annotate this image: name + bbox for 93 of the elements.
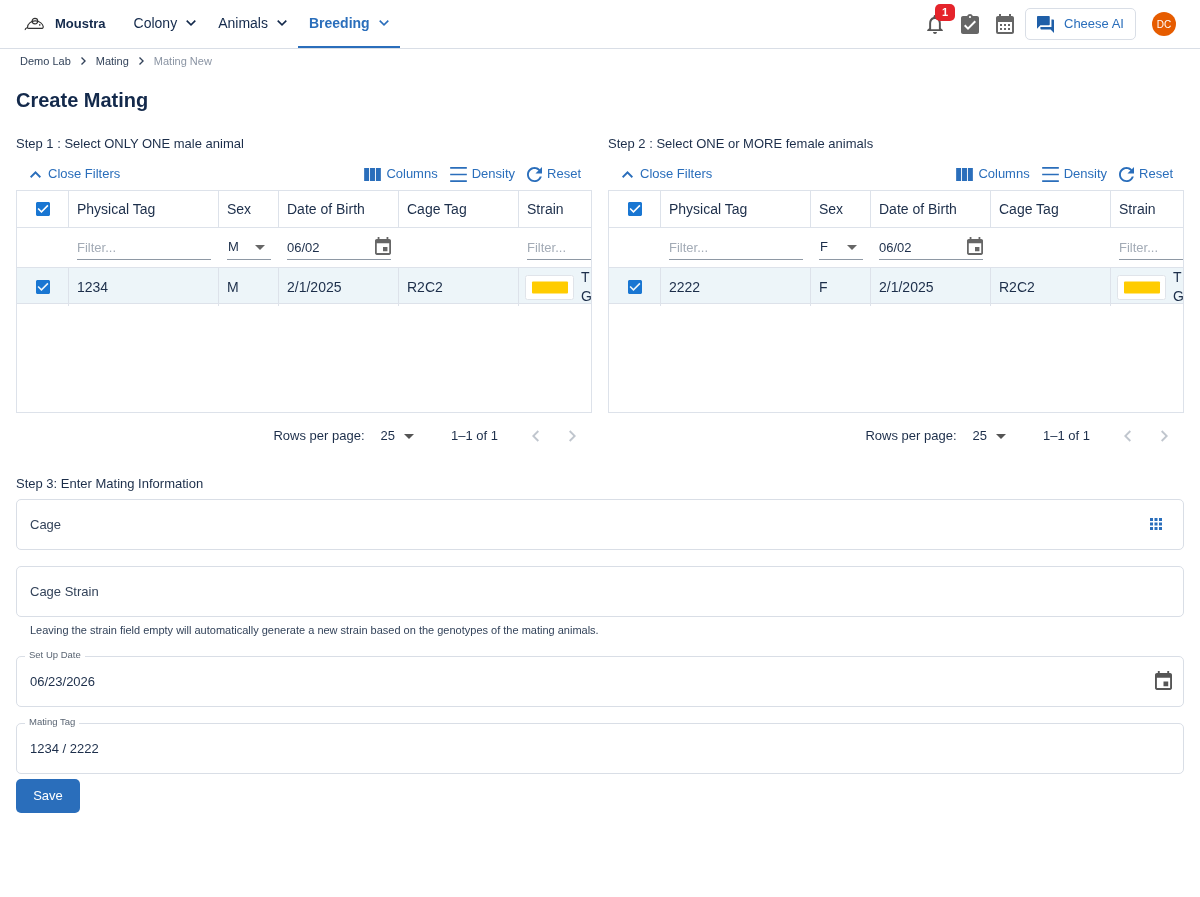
column-header[interactable]: Sex <box>811 191 871 227</box>
close-filters-button[interactable]: Close Filters <box>26 162 125 186</box>
app-name: Moustra <box>55 15 106 34</box>
caret-down-icon <box>847 244 857 250</box>
save-button[interactable]: Save <box>16 779 80 813</box>
rows-per-page-label: Rows per page: <box>273 427 365 446</box>
chevron-right-icon <box>138 57 144 65</box>
table-cell: 2/1/2025 <box>279 268 399 306</box>
chevron-down-icon <box>276 20 287 26</box>
chevron-right-icon <box>80 57 86 65</box>
sex-filter-select[interactable]: F <box>819 235 863 260</box>
calendar-icon[interactable] <box>1155 671 1172 690</box>
page-range: 1–1 of 1 <box>1043 427 1090 446</box>
table-cell: R2C2 <box>991 268 1111 306</box>
close-filters-button[interactable]: Close Filters <box>618 162 717 186</box>
calendar-icon[interactable] <box>967 236 983 255</box>
assistant-button[interactable]: Cheese AI <box>1025 8 1136 40</box>
columns-icon <box>956 167 974 181</box>
caret-up-icon <box>622 170 633 178</box>
chevron-down-icon <box>378 20 389 26</box>
breadcrumb-current: Mating New <box>153 53 212 69</box>
column-header[interactable]: Physical Tag <box>661 191 811 227</box>
lines-icon <box>449 166 467 182</box>
select-all-checkbox[interactable] <box>627 202 642 216</box>
strain-text: G <box>1173 287 1183 306</box>
column-header[interactable]: Date of Birth <box>871 191 991 227</box>
calendar-icon[interactable] <box>996 14 1014 34</box>
date-filter-field[interactable]: 06/02 <box>287 236 371 258</box>
filter-field[interactable]: Filter... <box>669 235 803 260</box>
table-cell: 2222 <box>661 268 811 306</box>
field-label: Mating Tag <box>25 716 80 728</box>
nav-tab[interactable]: Breeding <box>297 0 400 48</box>
caret-up-icon <box>30 170 41 178</box>
column-header[interactable]: Date of Birth <box>279 191 399 227</box>
chat-bubbles-icon <box>1037 15 1054 33</box>
column-header[interactable]: Strain <box>1111 191 1183 227</box>
columns-button[interactable]: Columns <box>952 162 1034 186</box>
step-label: Step 3: Enter Mating Information <box>16 475 205 493</box>
table-cell: R2C2 <box>399 268 519 306</box>
rows-per-page-label: Rows per page: <box>865 427 957 446</box>
field-label: Set Up Date <box>25 649 85 661</box>
calendar-icon[interactable] <box>375 236 391 255</box>
step-label: Step 1 : Select ONLY ONE male animal <box>16 135 245 153</box>
refresh-icon <box>1119 166 1135 182</box>
strain-text: T <box>1173 268 1183 287</box>
rows-per-page-select[interactable]: 25 <box>972 426 1006 446</box>
strain-text: G <box>581 287 591 306</box>
caret-down-icon <box>996 433 1006 439</box>
nav-tab[interactable]: Animals <box>207 0 298 48</box>
page-title: Create Mating <box>16 88 150 113</box>
date-filter-field[interactable]: 06/02 <box>879 236 963 258</box>
helper-text: Leaving the strain field empty will automatically generate a new strain based on the genotypes of the mating animals. <box>29 623 600 637</box>
row-checkbox[interactable] <box>35 280 50 294</box>
picker-field[interactable]: Cage <box>16 499 1184 550</box>
lines-icon <box>1041 166 1059 182</box>
rows-per-page-select[interactable]: 25 <box>380 426 414 446</box>
column-header[interactable]: Physical Tag <box>69 191 219 227</box>
column-header[interactable]: Cage Tag <box>399 191 519 227</box>
clipboard-check-icon[interactable] <box>961 14 979 34</box>
input-field[interactable]: Cage Strain <box>16 566 1184 617</box>
caret-down-icon <box>404 433 414 439</box>
caret-down-icon <box>255 244 265 250</box>
step-label: Step 2 : Select ONE or MORE female animals <box>608 135 875 153</box>
column-header[interactable]: Sex <box>219 191 279 227</box>
reset-button[interactable]: Reset <box>1115 162 1177 186</box>
row-checkbox[interactable] <box>627 280 642 294</box>
table-cell: M <box>219 268 279 306</box>
refresh-icon <box>527 166 543 182</box>
breadcrumb-link[interactable]: Demo Lab <box>20 52 71 70</box>
density-button[interactable]: Density <box>1037 162 1112 186</box>
page-range: 1–1 of 1 <box>451 427 498 446</box>
select-all-checkbox[interactable] <box>35 202 50 216</box>
column-header[interactable]: Cage Tag <box>991 191 1111 227</box>
columns-button[interactable]: Columns <box>360 162 442 186</box>
reset-button[interactable]: Reset <box>523 162 585 186</box>
breadcrumb-link[interactable]: Mating <box>95 52 129 70</box>
chevron-down-icon <box>186 20 197 26</box>
user-avatar[interactable]: DC <box>1152 12 1176 36</box>
density-button[interactable]: Density <box>445 162 520 186</box>
filter-field[interactable]: Filter... <box>1119 235 1183 260</box>
nav-tab[interactable]: Colony <box>122 0 208 48</box>
table-cell: 2/1/2025 <box>871 268 991 306</box>
sex-filter-select[interactable]: M <box>227 235 271 260</box>
strain-text: T <box>581 268 591 287</box>
grid-icon[interactable] <box>1150 518 1162 530</box>
table-cell: 1234 <box>69 268 219 306</box>
columns-icon <box>364 167 382 181</box>
column-header[interactable]: Strain <box>519 191 591 227</box>
mouse-logo-icon <box>24 17 45 31</box>
table-cell: F <box>811 268 871 306</box>
notification-badge: 1 <box>935 3 955 21</box>
filter-field[interactable]: Filter... <box>527 235 591 260</box>
filter-field[interactable]: Filter... <box>77 235 211 260</box>
